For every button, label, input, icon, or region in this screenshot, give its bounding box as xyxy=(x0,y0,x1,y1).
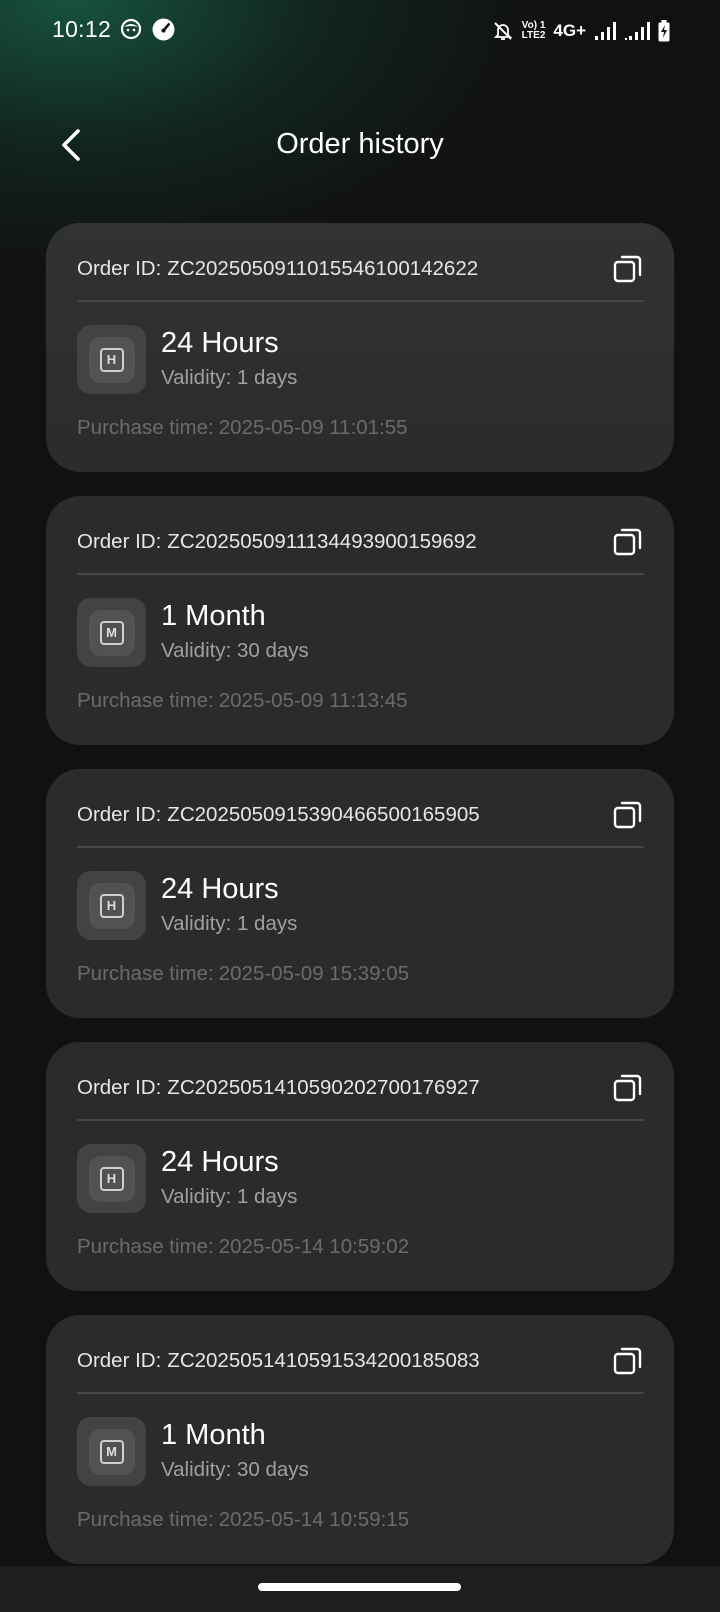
copy-icon xyxy=(613,528,642,556)
purchase-time-value: 2025-05-09 11:01:55 xyxy=(218,416,408,439)
order-id-value: ZC2025050915390466500165905 xyxy=(167,803,480,826)
order-id-label: Order ID: xyxy=(77,257,162,280)
volte-bottom-text: LTE2 xyxy=(521,30,546,41)
plan-icon-inner: M xyxy=(88,1428,135,1475)
order-card: Order ID: ZC2025051410590202700176927 H 2… xyxy=(46,1042,674,1291)
plan-icon-inner: H xyxy=(88,336,135,383)
order-id: Order ID: ZC2025051410590202700176927 xyxy=(77,1076,480,1100)
plan-letter: H xyxy=(99,347,124,372)
plan-icon: H xyxy=(77,1144,146,1213)
network-type: 4G+ xyxy=(553,21,586,40)
order-id: Order ID: ZC2025050915390466500165905 xyxy=(77,803,480,827)
status-right-group: Vo) 1 LTE2 4G+ xyxy=(492,16,670,46)
plan-name: 1 Month xyxy=(161,600,266,632)
page-title: Order history xyxy=(276,128,444,160)
divider xyxy=(77,846,644,848)
purchase-time: Purchase time: 2025-05-09 11:13:45 xyxy=(77,689,408,713)
order-card: Order ID: ZC2025051410591534200185083 M 1… xyxy=(46,1315,674,1564)
plan-icon: M xyxy=(77,1417,146,1486)
purchase-time: Purchase time: 2025-05-14 10:59:15 xyxy=(77,1508,409,1532)
purchase-time-label: Purchase time: xyxy=(77,689,214,712)
signal-sim1-icon xyxy=(595,22,616,40)
plan-icon-inner: H xyxy=(88,1155,135,1202)
divider xyxy=(77,300,644,302)
plan-letter: H xyxy=(99,893,124,918)
plan-name: 1 Month xyxy=(161,1419,266,1451)
purchase-time-value: 2025-05-09 15:39:05 xyxy=(218,962,410,985)
purchase-time-value: 2025-05-09 11:13:45 xyxy=(218,689,408,712)
purchase-time-label: Purchase time: xyxy=(77,962,214,985)
purchase-time-label: Purchase time: xyxy=(77,1508,214,1531)
copy-icon xyxy=(613,1347,642,1375)
gesture-nav-bar xyxy=(0,1566,720,1612)
speedometer-icon xyxy=(152,18,175,41)
copy-button[interactable] xyxy=(612,1345,644,1377)
order-id-value: ZC2025051410591534200185083 xyxy=(167,1349,480,1372)
divider xyxy=(77,573,644,575)
order-id: Order ID: ZC2025050911015546100142622 xyxy=(77,257,478,281)
order-id-label: Order ID: xyxy=(77,530,162,553)
plan-validity: Validity: 30 days xyxy=(161,1458,309,1481)
plan-validity: Validity: 1 days xyxy=(161,366,298,389)
signal-sim2-icon xyxy=(625,22,650,40)
purchase-time: Purchase time: 2025-05-14 10:59:02 xyxy=(77,1235,409,1259)
plan-icon: M xyxy=(77,598,146,667)
plan-validity: Validity: 1 days xyxy=(161,1185,298,1208)
plan-icon: H xyxy=(77,871,146,940)
mute-bell-icon xyxy=(493,22,512,40)
copy-icon xyxy=(613,255,642,283)
plan-letter: H xyxy=(99,1166,124,1191)
copy-button[interactable] xyxy=(612,526,644,558)
purchase-time: Purchase time: 2025-05-09 11:01:55 xyxy=(77,416,408,440)
order-id-value: ZC2025051410590202700176927 xyxy=(167,1076,480,1099)
purchase-time-label: Purchase time: xyxy=(77,416,214,439)
order-id: Order ID: ZC2025051410591534200185083 xyxy=(77,1349,480,1373)
plan-name: 24 Hours xyxy=(161,327,279,359)
copy-button[interactable] xyxy=(612,1072,644,1104)
purchase-time-label: Purchase time: xyxy=(77,1235,214,1258)
order-card: Order ID: ZC2025050911134493900159692 M 1… xyxy=(46,496,674,745)
plan-icon: H xyxy=(77,325,146,394)
order-card: Order ID: ZC2025050911015546100142622 H 2… xyxy=(46,223,674,472)
copy-button[interactable] xyxy=(612,253,644,285)
purchase-time-value: 2025-05-14 10:59:02 xyxy=(218,1235,410,1258)
order-id-value: ZC2025050911134493900159692 xyxy=(167,530,477,553)
purchase-time-value: 2025-05-14 10:59:15 xyxy=(218,1508,410,1531)
copy-button[interactable] xyxy=(612,799,644,831)
header: Order history xyxy=(0,110,720,180)
order-id-label: Order ID: xyxy=(77,1349,162,1372)
plan-name: 24 Hours xyxy=(161,1146,279,1178)
copy-icon xyxy=(613,1074,642,1102)
purchase-time: Purchase time: 2025-05-09 15:39:05 xyxy=(77,962,409,986)
plan-letter: M xyxy=(99,620,124,645)
plan-validity: Validity: 30 days xyxy=(161,639,309,662)
order-id-label: Order ID: xyxy=(77,1076,162,1099)
plan-name: 24 Hours xyxy=(161,873,279,905)
divider xyxy=(77,1392,644,1394)
face-notification-icon xyxy=(120,18,142,40)
plan-icon-inner: M xyxy=(88,609,135,656)
status-time: 10:12 xyxy=(52,16,112,42)
divider xyxy=(77,1119,644,1121)
battery-charging-icon xyxy=(658,20,670,42)
home-indicator[interactable] xyxy=(258,1583,461,1591)
order-id-label: Order ID: xyxy=(77,803,162,826)
volte-indicator: Vo) 1 LTE2 xyxy=(522,21,546,41)
order-card: Order ID: ZC2025050915390466500165905 H 2… xyxy=(46,769,674,1018)
plan-validity: Validity: 1 days xyxy=(161,912,298,935)
plan-icon-inner: H xyxy=(88,882,135,929)
copy-icon xyxy=(613,801,642,829)
order-id: Order ID: ZC2025050911134493900159692 xyxy=(77,530,477,554)
order-id-value: ZC2025050911015546100142622 xyxy=(167,257,479,280)
plan-letter: M xyxy=(99,1439,124,1464)
status-bar: 10:12 Vo) 1 LTE2 4G+ xyxy=(0,0,720,62)
